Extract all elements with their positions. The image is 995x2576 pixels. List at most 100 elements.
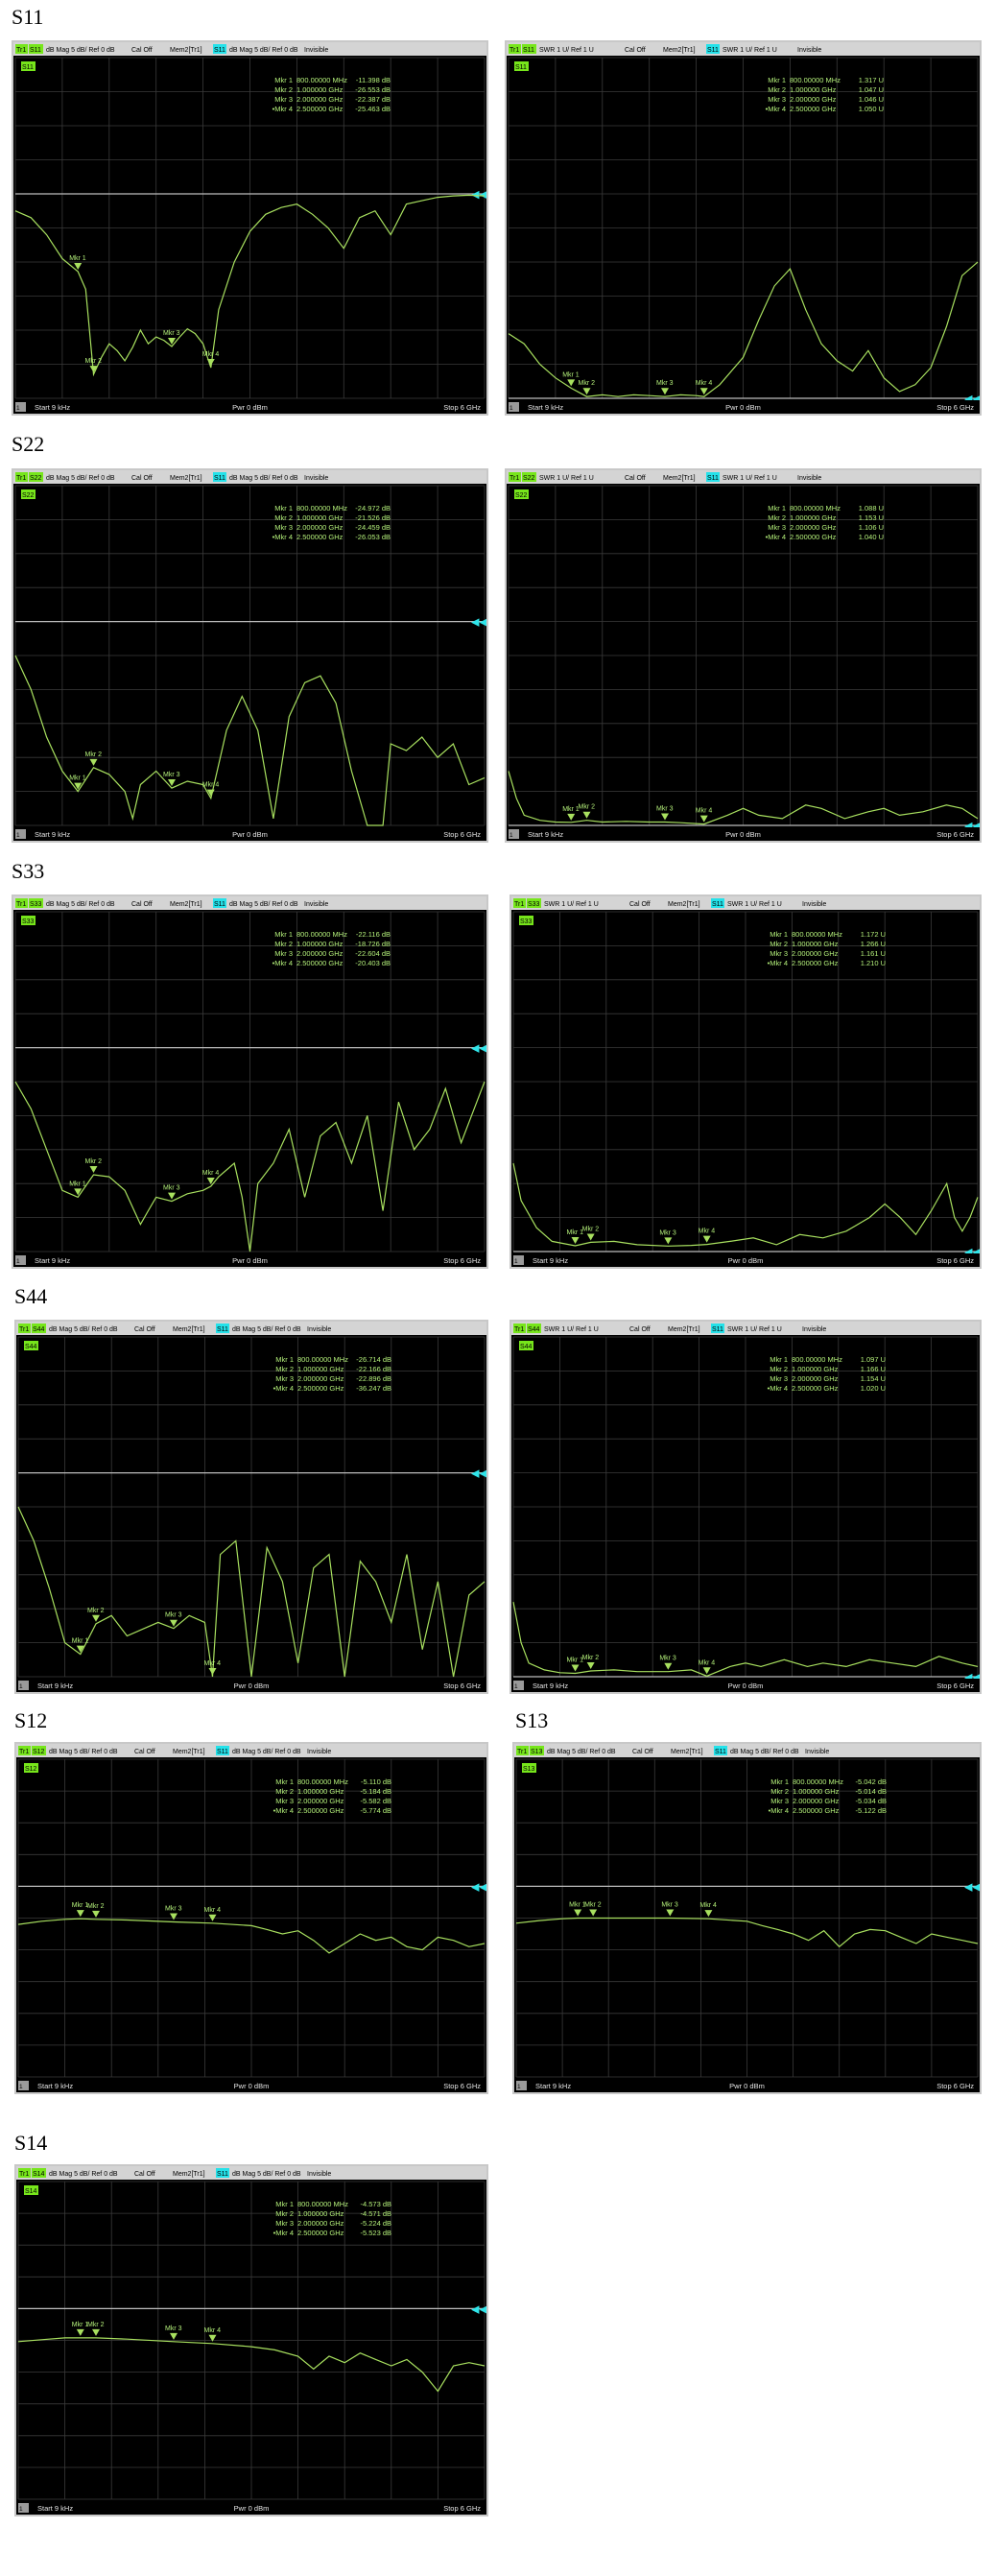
vna-panel-s13-db: Tr1 S13 dB Mag 5 dB/ Ref 0 dB Cal Off Mem2[T… xyxy=(512,1742,982,2094)
marker-triangle xyxy=(664,1237,673,1245)
marker-table-value: -22.387 dB xyxy=(355,95,391,104)
marker-tag-label: Mkr 3 xyxy=(165,2326,182,2332)
marker-tag-label: Mkr 1 xyxy=(72,2322,89,2328)
marker-tag-label: Mkr 4 xyxy=(696,808,713,815)
active-trace-label: S33 xyxy=(22,918,35,925)
marker-table-value: 1.097 U xyxy=(861,1355,886,1364)
power-level-label: Pwr 0 dBm xyxy=(232,1256,268,1265)
marker-triangle xyxy=(664,1662,673,1670)
marker-table-value: -5.224 dB xyxy=(360,2219,391,2228)
marker-table-label: Mkr 2 xyxy=(770,940,788,948)
memory-trace-label: Mem2[Tr1] xyxy=(170,901,202,908)
marker-triangle xyxy=(586,1233,595,1241)
marker-table-value: -25.463 dB xyxy=(355,105,391,113)
marker-triangle xyxy=(170,1913,178,1920)
marker-table-value: -5.034 dB xyxy=(855,1797,887,1805)
marker-table-value: -26.053 dB xyxy=(355,533,391,541)
marker-table-label: Mkr 3 xyxy=(274,95,293,104)
stop-frequency-label: Stop 6 GHz xyxy=(443,403,481,412)
marker-table-label: •Mkr 4 xyxy=(273,1806,294,1815)
marker-triangle xyxy=(89,758,98,766)
marker-tag-label: Mkr 2 xyxy=(584,1902,602,1909)
marker-table-label: Mkr 3 xyxy=(770,949,788,958)
power-level-label: Pwr 0 dBm xyxy=(729,2082,765,2090)
marker-table-value: -22.896 dB xyxy=(356,1374,391,1383)
trace1-format-label: dB Mag 5 dB/ Ref 0 dB xyxy=(46,47,115,54)
marker-table-label: Mkr 2 xyxy=(768,85,786,94)
marker-table-frequency: 800.00000 MHz xyxy=(296,930,347,939)
start-frequency-label: Start 9 kHz xyxy=(533,1682,568,1690)
marker-tag-label: Mkr 3 xyxy=(163,1185,180,1192)
reference-level-arrow: ◀◀ xyxy=(471,1467,486,1480)
marker-table-value: -18.726 dB xyxy=(355,940,391,948)
marker-table-label: •Mkr 4 xyxy=(273,2229,294,2237)
marker-table-value: -22.604 dB xyxy=(355,949,391,958)
marker-tag-label: Mkr 1 xyxy=(562,371,580,378)
marker-tag-label: Mkr 1 xyxy=(72,1638,89,1645)
marker-table-frequency: 800.00000 MHz xyxy=(297,2200,348,2208)
marker-table-label: Mkr 1 xyxy=(274,504,293,513)
marker-tag-label: Mkr 4 xyxy=(204,2327,222,2334)
marker-tag-label: Mkr 1 xyxy=(567,1229,584,1236)
marker-table-value: 1.166 U xyxy=(861,1365,886,1373)
active-trace-label: S13 xyxy=(523,1766,535,1773)
marker-triangle xyxy=(702,1667,711,1675)
channel-indicator-label: 1 xyxy=(509,405,513,412)
marker-table-label: •Mkr 4 xyxy=(272,105,293,113)
trace2-param-label: S11 xyxy=(217,1326,228,1333)
trace-param-label: S13 xyxy=(531,1749,543,1755)
marker-table-value: 1.317 U xyxy=(859,76,884,84)
marker-tag-label: Mkr 4 xyxy=(202,1170,220,1177)
marker-table-label: •Mkr 4 xyxy=(766,533,786,541)
marker-table-label: Mkr 3 xyxy=(770,1797,789,1805)
channel-indicator-label: 1 xyxy=(19,2506,23,2513)
invisible-label: Invisible xyxy=(307,2171,331,2178)
start-frequency-label: Start 9 kHz xyxy=(35,830,70,839)
marker-tag-label: Mkr 4 xyxy=(204,1660,222,1667)
stop-frequency-label: Stop 6 GHz xyxy=(443,2504,481,2513)
marker-table-label: Mkr 1 xyxy=(770,930,788,939)
invisible-label: Invisible xyxy=(802,1326,826,1333)
channel-indicator-label: 1 xyxy=(509,832,513,839)
marker-table-label: Mkr 2 xyxy=(770,1787,789,1796)
marker-table-label: Mkr 1 xyxy=(770,1777,789,1786)
marker-table-label: Mkr 1 xyxy=(768,504,786,513)
marker-table-value: 1.266 U xyxy=(861,940,886,948)
invisible-label: Invisible xyxy=(307,1749,331,1755)
marker-table-label: •Mkr 4 xyxy=(272,533,293,541)
marker-table-label: •Mkr 4 xyxy=(768,959,788,967)
marker-tag-label: Mkr 3 xyxy=(165,1612,182,1619)
memory-trace-label: Mem2[Tr1] xyxy=(170,475,202,482)
marker-tag-label: Mkr 4 xyxy=(699,1902,717,1909)
marker-triangle xyxy=(168,1192,176,1200)
marker-table-value: 1.172 U xyxy=(861,930,886,939)
vna-svg: Tr1 S14 dB Mag 5 dB/ Ref 0 dB Cal Off Mem2[T… xyxy=(16,2166,486,2515)
marker-table-frequency: 1.000000 GHz xyxy=(297,2209,344,2218)
marker-table-label: Mkr 3 xyxy=(770,1374,788,1383)
channel-indicator-label: 1 xyxy=(517,2084,521,2090)
start-frequency-label: Start 9 kHz xyxy=(35,1256,70,1265)
vna-panel-s33-swr: Tr1 S33 SWR 1 U/ Ref 1 U Cal Off Mem2[Tr1] S1… xyxy=(509,894,982,1269)
start-frequency-label: Start 9 kHz xyxy=(37,2082,73,2090)
marker-tag-label: Mkr 4 xyxy=(699,1228,716,1235)
invisible-label: Invisible xyxy=(304,47,328,54)
marker-tag-label: Mkr 2 xyxy=(85,751,103,758)
reference-level-arrow: ◀◀ xyxy=(964,1880,980,1893)
marker-table-value: 1.047 U xyxy=(859,85,884,94)
marker-triangle xyxy=(589,1909,598,1917)
start-frequency-label: Start 9 kHz xyxy=(535,2082,571,2090)
label-s33: S33 xyxy=(12,859,45,883)
vna-panel-s44-swr: Tr1 S44 SWR 1 U/ Ref 1 U Cal Off Mem2[Tr1] S1… xyxy=(509,1320,982,1694)
marker-table-value: 1.046 U xyxy=(859,95,884,104)
marker-table-label: Mkr 2 xyxy=(770,1365,788,1373)
vna-panel-s14-db: Tr1 S14 dB Mag 5 dB/ Ref 0 dB Cal Off Mem2[T… xyxy=(14,2164,488,2516)
marker-table-frequency: 2.500000 GHz xyxy=(790,105,837,113)
trace2-param-label: S11 xyxy=(712,901,723,908)
vna-svg: Tr1 S33 dB Mag 5 dB/ Ref 0 dB Cal Off Mem2[T… xyxy=(13,896,486,1267)
marker-table-label: •Mkr 4 xyxy=(766,105,786,113)
vna-panel-s11-db: Tr1 S11 dB Mag 5 dB/ Ref 0 dB Cal Off Mem2[T… xyxy=(12,40,488,416)
trace2-format-label: dB Mag 5 dB/ Ref 0 dB xyxy=(229,475,298,482)
marker-tag-label: Mkr 2 xyxy=(579,804,596,811)
trace2-param-label: S11 xyxy=(712,1326,723,1333)
invisible-label: Invisible xyxy=(304,475,328,482)
